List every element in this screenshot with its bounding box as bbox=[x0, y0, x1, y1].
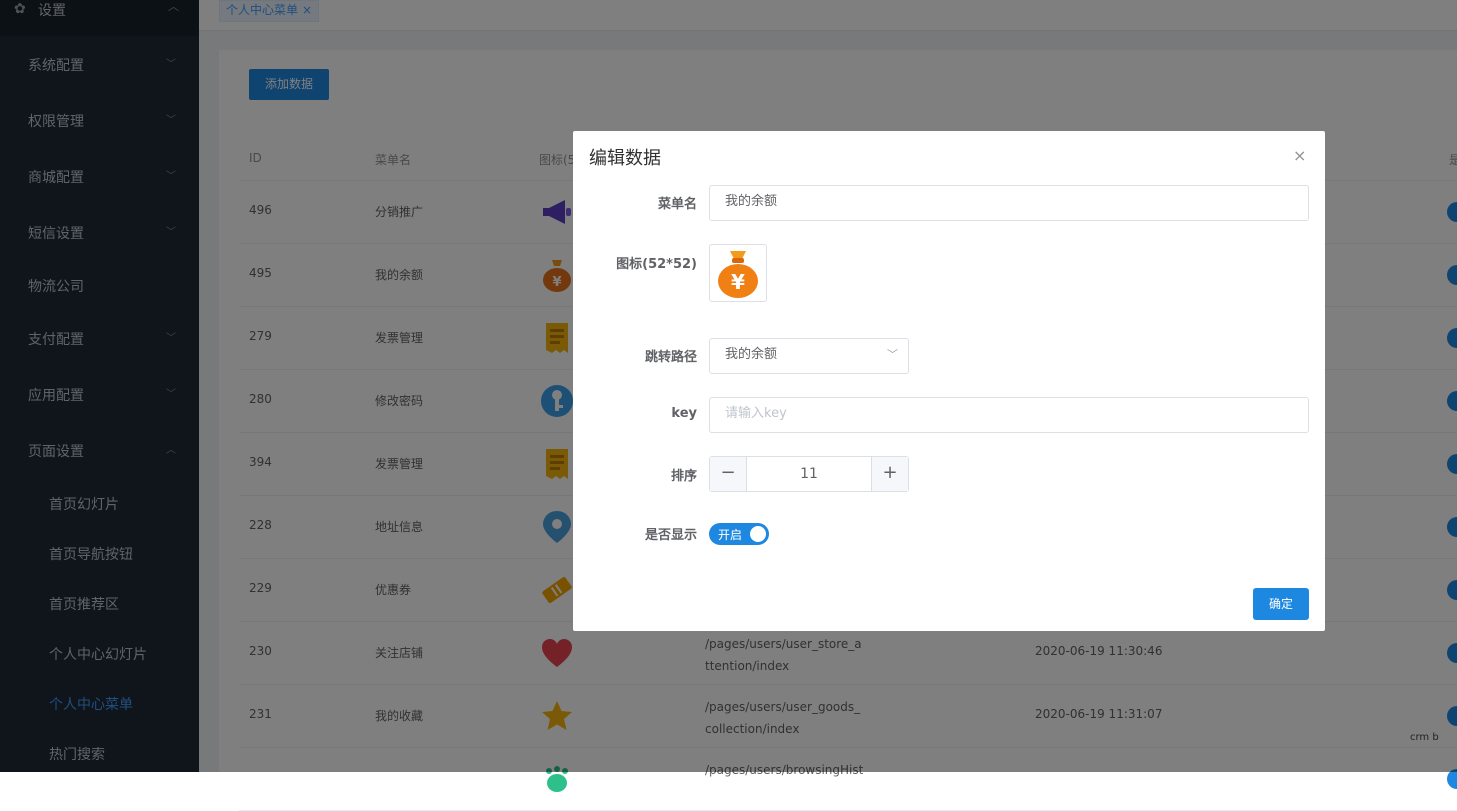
show-toggle[interactable]: 开启 bbox=[709, 523, 769, 545]
increment-button[interactable]: + bbox=[871, 457, 908, 491]
path-label: 跳转路径 bbox=[644, 350, 697, 365]
menu-name-input[interactable]: 我的余额 bbox=[709, 185, 1309, 221]
show-toggle[interactable] bbox=[1447, 769, 1457, 789]
key-input[interactable]: 请输入key bbox=[709, 397, 1309, 433]
edit-dialog: 编辑数据 × 菜单名 我的余额 图标(52*52) ¥ 跳转路径 我的余额 ﹀ … bbox=[573, 131, 1325, 631]
menu-name-label: 菜单名 bbox=[657, 197, 697, 212]
close-icon[interactable]: × bbox=[1293, 146, 1306, 165]
path-select-value: 我的余额 bbox=[725, 347, 778, 362]
confirm-button[interactable]: 确定 bbox=[1253, 588, 1309, 620]
watermark: crm b bbox=[1410, 732, 1439, 743]
sort-value-input[interactable]: 11 bbox=[746, 457, 872, 491]
show-label: 是否显示 bbox=[644, 528, 697, 543]
toggle-text: 开启 bbox=[718, 528, 743, 542]
sort-stepper: − 11 + bbox=[709, 456, 909, 492]
svg-text:¥: ¥ bbox=[731, 270, 745, 294]
money-bag-icon: ¥ bbox=[718, 251, 758, 298]
dialog-title: 编辑数据 bbox=[589, 148, 661, 169]
chevron-down-icon: ﹀ bbox=[887, 348, 898, 361]
icon-upload[interactable]: ¥ bbox=[709, 244, 767, 302]
decrement-button[interactable]: − bbox=[710, 457, 747, 491]
key-label: key bbox=[671, 406, 697, 421]
sort-label: 排序 bbox=[670, 469, 697, 484]
icon-label: 图标(52*52) bbox=[616, 257, 697, 272]
toggle-knob bbox=[750, 526, 766, 542]
path-select[interactable]: 我的余额 ﹀ bbox=[709, 338, 909, 374]
